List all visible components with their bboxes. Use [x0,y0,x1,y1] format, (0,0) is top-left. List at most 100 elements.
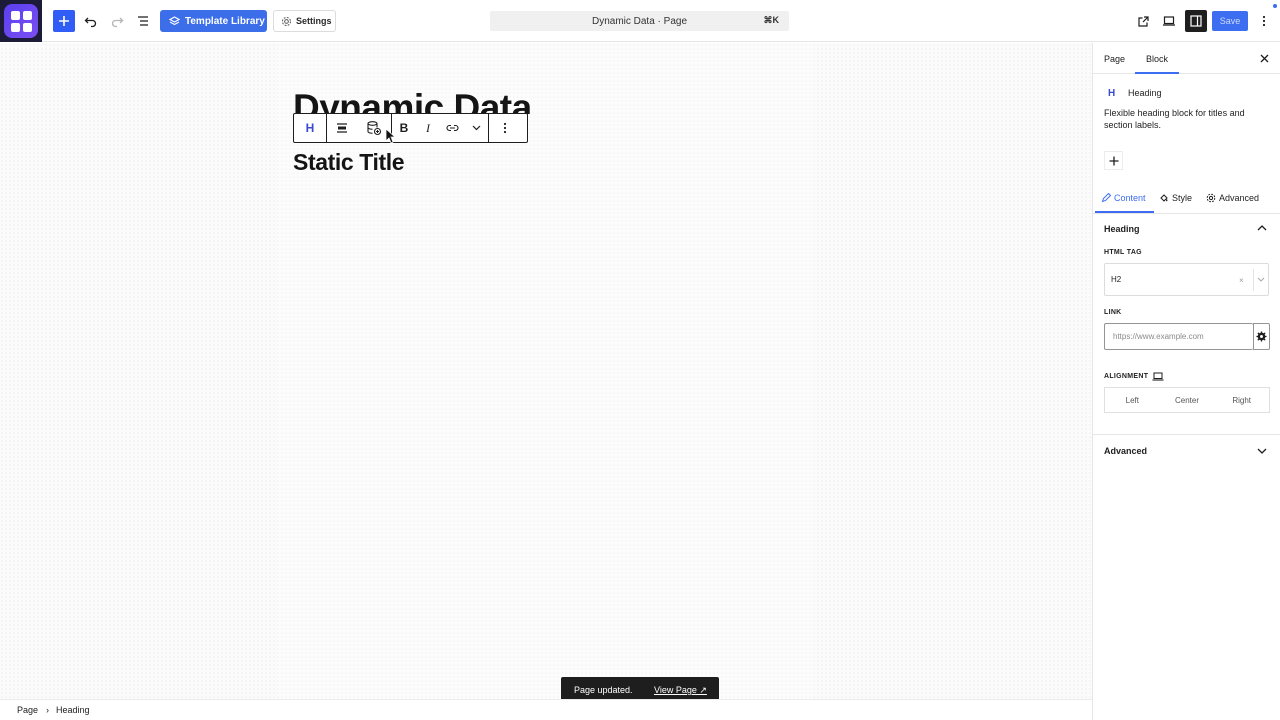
document-title: Dynamic Data · Page [591,15,688,27]
active-tab-indicator [1135,72,1179,74]
heading-dynamic-data[interactable]: Dynamic Data [293,84,532,114]
alignment-data-group [327,114,392,142]
formatting-group: B I [392,114,489,142]
view-page-link[interactable]: View Page ↗ [654,685,707,696]
command-palette-button[interactable]: Dynamic Data · Page ⌘K [490,11,789,31]
align-full-icon [337,123,347,133]
pencil-icon [1101,193,1111,203]
tab-advanced-label: Advanced [1219,193,1260,203]
list-view-icon [138,16,148,26]
toggle-sidebar-button[interactable] [1185,10,1207,32]
tab-style[interactable]: Style [1159,193,1192,203]
block-type-group: H [294,114,327,142]
external-link-icon [1137,15,1149,27]
link-button[interactable] [440,114,464,142]
chevron-down-icon [472,125,480,131]
sidebar-divider [1093,434,1280,435]
top-toolbar: Template Library Settings Dynamic Data ·… [0,0,1280,42]
sidebar-icon [1190,15,1202,27]
plus-icon [1109,156,1118,165]
template-library-label: Template Library [185,15,265,27]
block-options-button[interactable] [489,114,521,142]
sidebar-tabs: Page Block [1093,43,1280,74]
align-left-option[interactable]: Left [1105,388,1160,412]
breadcrumb-separator: › [46,705,50,715]
breadcrumb-item-heading[interactable]: Heading [56,705,90,715]
chevron-down-icon[interactable] [1256,274,1266,284]
inspector-tabs: Content Style Advanced [1093,186,1280,214]
align-center-option[interactable]: Center [1160,388,1215,412]
breadcrumb: Page › Heading [0,699,1092,720]
gear-icon [1256,331,1267,342]
settings-button[interactable]: Settings [273,10,336,32]
vertical-ellipsis-icon [1262,15,1266,27]
block-card-title: Heading [1128,88,1162,98]
notification-dot [1273,4,1277,8]
italic-button[interactable]: I [416,114,440,142]
alignment-label-text: ALIGNMENT [1104,373,1149,380]
link-url-input[interactable]: https://www.example.com [1104,323,1253,350]
device-preview-button[interactable] [1158,10,1180,32]
database-icon [367,121,382,136]
redo-icon [111,17,124,28]
more-formats-button[interactable] [464,114,488,142]
alignment-toggle-group: Left Center Right [1104,387,1270,413]
active-subtab-indicator [1095,211,1154,213]
chevron-down-icon[interactable] [1256,445,1268,457]
close-sidebar-button[interactable] [1257,51,1271,65]
app-logo[interactable] [0,0,42,42]
save-button[interactable]: Save [1212,11,1248,31]
paint-bucket-icon [1160,194,1168,202]
desktop-device-icon[interactable] [1152,372,1164,381]
list-view-button[interactable] [132,10,154,32]
close-icon [1260,54,1268,62]
heading-block-type-button[interactable]: H [294,114,326,142]
grid-logo-icon [4,4,38,38]
add-block-button[interactable] [53,10,75,32]
block-card-description: Flexible heading block for titles and se… [1104,108,1245,130]
laptop-icon [1163,16,1175,26]
plus-icon [59,16,69,26]
align-right-option[interactable]: Right [1214,388,1269,412]
select-divider [1253,269,1254,291]
heading-static-title[interactable]: Static Title [293,149,404,176]
advanced-panel-title[interactable]: Advanced [1104,446,1147,456]
tab-content-label: Content [1114,193,1146,203]
mouse-cursor-icon [385,128,395,144]
layers-icon [169,15,180,25]
link-settings-button[interactable] [1253,323,1270,350]
heading-panel-title[interactable]: Heading [1104,224,1140,234]
command-shortcut: ⌘K [763,15,780,25]
alignment-label: ALIGNMENT [1104,372,1164,381]
template-library-button[interactable]: Template Library [160,10,267,32]
settings-sidebar: Page Block H Heading Flexible heading bl… [1092,43,1280,720]
add-style-button[interactable] [1104,151,1123,170]
html-tag-label: HTML TAG [1104,249,1142,256]
settings-label: Settings [296,16,332,26]
breadcrumb-item-page[interactable]: Page [17,705,38,715]
link-label: LINK [1104,309,1122,316]
undo-icon [84,17,97,28]
view-page-button[interactable] [1132,10,1154,32]
tab-content[interactable]: Content [1101,193,1146,203]
gear-icon [1206,193,1216,203]
clear-selection-icon[interactable]: × [1239,276,1244,285]
html-tag-value: H2 [1111,275,1122,284]
tab-advanced[interactable]: Advanced [1206,193,1259,203]
more-options-button[interactable] [1253,10,1275,32]
chevron-up-icon[interactable] [1256,222,1268,234]
gear-icon [281,16,292,26]
html-tag-select[interactable]: H2 × [1104,263,1269,296]
redo-button[interactable] [106,10,128,32]
tab-style-label: Style [1172,193,1193,203]
editor-canvas[interactable] [0,43,1092,699]
align-button[interactable] [327,114,357,142]
bold-button[interactable]: B [392,114,416,142]
undo-button[interactable] [80,10,102,32]
heading-block-icon: H [1108,88,1116,99]
link-icon [445,124,459,132]
tab-page[interactable]: Page [1104,54,1125,64]
block-toolbar: H B I [293,113,528,143]
tab-block[interactable]: Block [1146,54,1168,64]
options-group [489,114,521,142]
